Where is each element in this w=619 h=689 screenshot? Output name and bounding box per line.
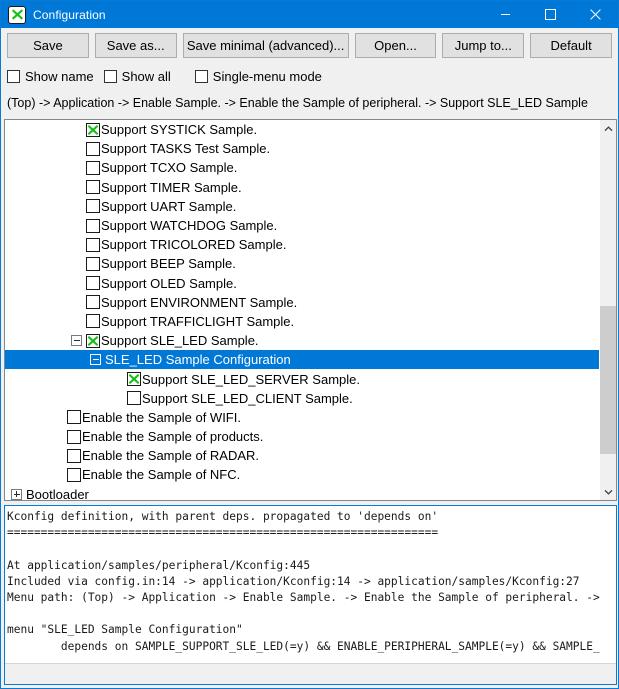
tree-checkbox-unchecked[interactable] — [86, 276, 100, 291]
tree-row-label: Bootloader — [26, 486, 89, 500]
tree-row[interactable]: Enable the Sample of WIFI. — [5, 408, 599, 427]
kconfig-definition-text: Kconfig definition, with parent deps. pr… — [7, 510, 600, 653]
tree-checkbox-unchecked[interactable] — [67, 467, 81, 482]
tree-row[interactable]: Support SYSTICK Sample. — [5, 120, 599, 139]
open-button[interactable]: Open... — [354, 32, 437, 58]
expand-plus-icon[interactable] — [11, 488, 22, 500]
show-all-option[interactable]: Show all — [103, 68, 171, 84]
tree-checkbox-unchecked[interactable] — [86, 199, 100, 214]
tree-row-label: Enable the Sample of products. — [82, 429, 264, 445]
show-all-checkbox[interactable] — [103, 69, 117, 83]
tree-row[interactable]: Support TASKS Test Sample. — [5, 139, 599, 158]
title-bar: Configuration — [1, 1, 618, 28]
tree-row[interactable]: Support SLE_LED Sample. — [5, 331, 599, 350]
tree-row[interactable]: Support TRICOLORED Sample. — [5, 235, 599, 254]
tree-row[interactable]: Enable the Sample of NFC. — [5, 465, 599, 484]
collapse-minus-icon[interactable] — [90, 354, 101, 366]
tree-row[interactable]: Support ENVIRONMENT Sample. — [5, 293, 599, 312]
tree-row-label: Support SLE_LED_SERVER Sample. — [142, 371, 360, 387]
tree-checkbox-checked[interactable] — [86, 122, 100, 137]
tree-checkbox-unchecked[interactable] — [86, 237, 100, 252]
show-all-label: Show all — [121, 68, 171, 84]
tree-row[interactable]: Support TIMER Sample. — [5, 178, 599, 197]
scroll-up-button[interactable] — [600, 120, 616, 137]
tree-row-label: Enable the Sample of RADAR. — [82, 448, 260, 464]
tree-checkbox-unchecked[interactable] — [67, 429, 81, 444]
tree-row-label: Support SLE_LED_CLIENT Sample. — [142, 390, 353, 406]
breadcrumb: (Top) -> Application -> Enable Sample. -… — [1, 90, 618, 116]
save-minimal-button[interactable]: Save minimal (advanced)... — [182, 32, 349, 58]
tree-row-label: Support ENVIRONMENT Sample. — [101, 294, 298, 310]
tree-row[interactable]: Support WATCHDOG Sample. — [5, 216, 599, 235]
tree-row-label: Support SLE_LED Sample. — [101, 333, 259, 349]
tree-row-label: Support WATCHDOG Sample. — [101, 218, 278, 234]
tree-row-label: Support TRAFFICLIGHT Sample. — [101, 313, 295, 329]
tree-checkbox-unchecked[interactable] — [86, 295, 100, 310]
minimize-button[interactable] — [483, 1, 528, 28]
show-name-label: Show name — [25, 68, 94, 84]
tree-checkbox-checked[interactable] — [127, 372, 141, 387]
scroll-down-button[interactable] — [600, 483, 616, 500]
tree-vertical-scrollbar[interactable] — [599, 120, 616, 500]
config-tree-panel: Support SYSTICK Sample. Support TASKS Tes… — [4, 119, 617, 501]
tree-checkbox-checked[interactable] — [86, 333, 100, 348]
tree-row[interactable]: Support TCXO Sample. — [5, 158, 599, 177]
tree-checkbox-unchecked[interactable] — [86, 160, 100, 175]
window-title: Configuration — [33, 7, 106, 22]
tree-row[interactable]: Bootloader — [5, 485, 599, 500]
tree-row-label: SLE_LED Sample Configuration — [105, 352, 291, 368]
single-menu-mode-option[interactable]: Single-menu mode — [194, 68, 322, 84]
scroll-thumb[interactable] — [600, 306, 616, 454]
tree-row-label: Enable the Sample of NFC. — [82, 467, 241, 483]
maximize-button[interactable] — [528, 1, 573, 28]
green-x-icon — [8, 5, 26, 24]
tree-checkbox-unchecked[interactable] — [127, 391, 141, 406]
tree-row-label: Support TIMER Sample. — [101, 179, 242, 195]
single-menu-mode-label: Single-menu mode — [212, 68, 322, 84]
tree-checkbox-unchecked[interactable] — [86, 141, 100, 156]
tree-row-label: Support UART Sample. — [101, 198, 237, 214]
tree-checkbox-unchecked[interactable] — [86, 180, 100, 195]
tree-row[interactable]: Support SLE_LED_SERVER Sample. — [5, 369, 599, 388]
help-text-panel[interactable]: Kconfig definition, with parent deps. pr… — [4, 505, 617, 685]
save-button[interactable]: Save — [7, 32, 89, 58]
tree-row[interactable]: Support TRAFFICLIGHT Sample. — [5, 312, 599, 331]
tree-row[interactable]: Enable the Sample of products. — [5, 427, 599, 446]
window-controls — [483, 1, 618, 28]
jump-to-button[interactable]: Jump to... — [442, 32, 525, 58]
tree-row-label: Support SYSTICK Sample. — [101, 122, 258, 138]
help-panel-footer — [5, 663, 616, 684]
config-tree-list[interactable]: Support SYSTICK Sample. Support TASKS Tes… — [5, 120, 599, 500]
toolbar: Save Save as... Save minimal (advanced).… — [1, 28, 618, 62]
tree-row-label: Support OLED Sample. — [101, 275, 237, 291]
tree-row[interactable]: Enable the Sample of RADAR. — [5, 446, 599, 465]
tree-checkbox-unchecked[interactable] — [86, 314, 100, 329]
tree-row-label: Enable the Sample of WIFI. — [82, 409, 241, 425]
show-name-checkbox[interactable] — [7, 69, 20, 83]
tree-row-label: Support TCXO Sample. — [101, 160, 238, 176]
tree-row[interactable]: Support UART Sample. — [5, 197, 599, 216]
tree-row[interactable]: Support OLED Sample. — [5, 274, 599, 293]
save-as-button[interactable]: Save as... — [94, 32, 177, 58]
configuration-window: Configuration Save Save as... Save minim… — [0, 0, 619, 689]
options-row: Show name Show all Single-menu mode — [1, 62, 618, 90]
tree-row[interactable]: Support SLE_LED_CLIENT Sample. — [5, 389, 599, 408]
tree-checkbox-unchecked[interactable] — [67, 448, 81, 463]
tree-row-label: Support TRICOLORED Sample. — [101, 237, 287, 253]
tree-checkbox-unchecked[interactable] — [86, 218, 100, 233]
close-button[interactable] — [573, 1, 618, 28]
tree-checkbox-unchecked[interactable] — [67, 410, 81, 425]
default-button[interactable]: Default — [530, 32, 612, 58]
tree-row[interactable]: SLE_LED Sample Configuration — [5, 350, 599, 370]
tree-checkbox-unchecked[interactable] — [86, 256, 100, 271]
single-menu-mode-checkbox[interactable] — [194, 69, 208, 83]
tree-row-label: Support TASKS Test Sample. — [101, 141, 271, 157]
tree-row-label: Support BEEP Sample. — [101, 256, 236, 272]
show-name-option[interactable]: Show name — [7, 69, 94, 84]
tree-row[interactable]: Support BEEP Sample. — [5, 254, 599, 273]
collapse-minus-icon[interactable] — [71, 335, 82, 347]
